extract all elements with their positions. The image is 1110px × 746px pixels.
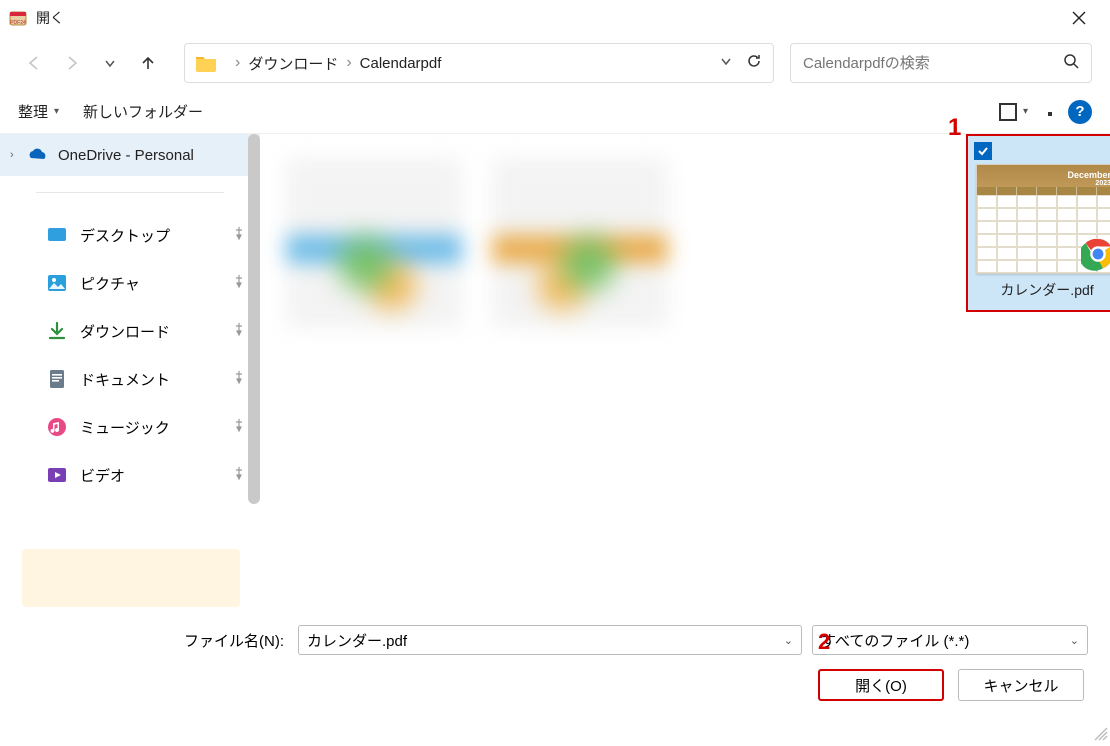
sidebar-item-downloads[interactable]: ダウンロード (0, 307, 260, 355)
up-button[interactable] (132, 43, 164, 83)
sidebar-item-label: ドキュメント (80, 369, 170, 390)
file-pane[interactable]: 1 December 2023 (260, 134, 1110, 607)
sidebar-fade (22, 549, 240, 607)
sidebar-item-desktop[interactable]: デスクトップ (0, 211, 260, 259)
quick-access-list: デスクトップ ピクチャ ダウンロード ドキュメント ミュージック (0, 203, 260, 507)
preview-month: December (1067, 171, 1110, 180)
music-icon (46, 416, 68, 438)
pin-icon (232, 466, 246, 484)
chevron-right-icon: › (235, 54, 240, 72)
new-folder-button[interactable]: 新しいフォルダー (83, 101, 203, 122)
organize-label: 整理 (18, 101, 48, 122)
file-type-filter[interactable]: すべてのファイル (*.*) ⌄ (812, 625, 1088, 655)
sidebar-item-music[interactable]: ミュージック (0, 403, 260, 451)
pin-icon (232, 226, 246, 244)
file-item-blurred[interactable] (286, 158, 462, 328)
onedrive-icon (26, 144, 48, 166)
chevron-down-icon: ⌄ (1070, 634, 1079, 647)
chevron-right-icon: › (346, 54, 351, 72)
file-item-selected[interactable]: December 2023 カレンダー.pdf (966, 134, 1110, 312)
pin-icon (232, 370, 246, 388)
pin-icon (232, 418, 246, 436)
sidebar-item-documents[interactable]: ドキュメント (0, 355, 260, 403)
toolbar: 整理 ▾ 新しいフォルダー ▾ ? (0, 90, 1110, 134)
window-title: 開く (36, 8, 1056, 28)
refresh-button[interactable] (745, 52, 763, 75)
sidebar-item-label: ミュージック (80, 417, 170, 438)
close-button[interactable] (1056, 0, 1102, 36)
filename-input[interactable]: カレンダー.pdf ⌄ (298, 625, 802, 655)
view-mode-button[interactable]: ▾ (999, 103, 1028, 121)
svg-text:PDF24: PDF24 (10, 20, 26, 26)
footer: ファイル名(N): カレンダー.pdf ⌄ 2 すべてのファイル (*.*) ⌄… (0, 607, 1110, 719)
documents-icon (46, 368, 68, 390)
file-thumbnail: December 2023 (976, 164, 1110, 274)
annotation-1: 1 (948, 114, 961, 142)
videos-icon (46, 464, 68, 486)
filename-value: カレンダー.pdf (307, 630, 407, 651)
sidebar-item-label: ダウンロード (80, 321, 170, 342)
sidebar-item-label: デスクトップ (80, 225, 170, 246)
chevron-down-icon: ▾ (54, 106, 59, 117)
forward-button[interactable] (56, 43, 88, 83)
search-input[interactable] (803, 55, 1063, 72)
selection-checkbox[interactable] (974, 142, 992, 160)
annotation-2: 2 (818, 629, 830, 655)
pin-icon (232, 322, 246, 340)
newfolder-label: 新しいフォルダー (83, 101, 203, 122)
recent-dropdown-button[interactable] (94, 43, 126, 83)
help-button[interactable]: ? (1068, 100, 1092, 124)
sidebar-item-onedrive[interactable]: › OneDrive - Personal (0, 134, 260, 176)
chevron-down-icon: ▾ (1023, 106, 1028, 117)
filter-label: すべてのファイル (*.*) (821, 630, 969, 651)
downloads-icon (46, 320, 68, 342)
open-button-label: 開く(O) (855, 675, 907, 696)
sidebar-item-pictures[interactable]: ピクチャ (0, 259, 260, 307)
chevron-right-icon: › (10, 149, 26, 161)
address-dropdown[interactable] (719, 54, 733, 73)
desktop-icon (46, 224, 68, 246)
square-icon (999, 103, 1017, 121)
breadcrumb-segment[interactable]: ダウンロード (248, 53, 338, 74)
preview-year: 2023 (1095, 180, 1110, 187)
cancel-button-label: キャンセル (983, 675, 1058, 696)
sidebar: › OneDrive - Personal デスクトップ ピクチャ ダウンロード (0, 134, 260, 607)
resize-grip[interactable] (1094, 727, 1108, 741)
file-item-blurred[interactable] (492, 158, 668, 328)
chevron-down-icon[interactable]: ⌄ (784, 634, 793, 647)
sidebar-item-videos[interactable]: ビデオ (0, 451, 260, 499)
folder-icon (195, 54, 217, 72)
sidebar-scrollbar[interactable] (248, 134, 260, 504)
organize-menu[interactable]: 整理 ▾ (18, 101, 59, 122)
cancel-button[interactable]: キャンセル (958, 669, 1084, 701)
open-button[interactable]: 開く(O) (818, 669, 944, 701)
sidebar-item-label: ピクチャ (80, 273, 140, 294)
filename-label: ファイル名(N): (22, 630, 292, 651)
chrome-icon (1081, 237, 1110, 271)
app-icon: PDF24 (8, 8, 28, 28)
breadcrumb-segment[interactable]: Calendarpdf (360, 55, 442, 72)
divider (36, 192, 224, 193)
file-name-label: カレンダー.pdf (974, 280, 1110, 300)
search-icon[interactable] (1063, 53, 1079, 74)
sidebar-item-label: ビデオ (80, 465, 125, 486)
titlebar: PDF24 開く (0, 0, 1110, 36)
pictures-icon (46, 272, 68, 294)
search-box[interactable] (790, 43, 1092, 83)
back-button[interactable] (18, 43, 50, 83)
pin-icon (232, 274, 246, 292)
address-bar[interactable]: › ダウンロード › Calendarpdf (184, 43, 774, 83)
main-area: › OneDrive - Personal デスクトップ ピクチャ ダウンロード (0, 134, 1110, 607)
nav-row: › ダウンロード › Calendarpdf (0, 36, 1110, 90)
sidebar-item-label: OneDrive - Personal (58, 147, 194, 164)
